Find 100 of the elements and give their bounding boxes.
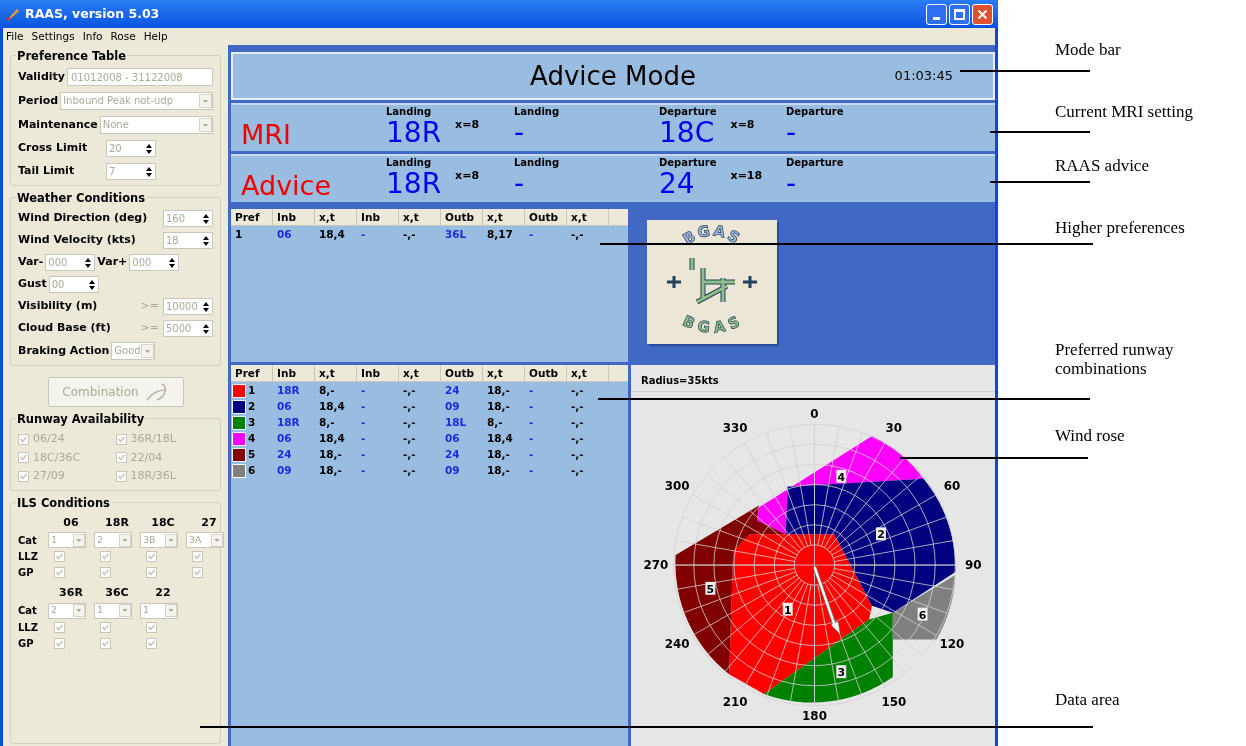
close-button[interactable] [972, 3, 993, 25]
runway-value: - [786, 118, 797, 148]
column-header[interactable]: Inb [273, 365, 315, 381]
column-header[interactable]: Outb [525, 209, 567, 225]
runway-name: 18C [150, 514, 176, 531]
caret-icon [165, 604, 177, 617]
table-cell: -,- [403, 431, 416, 447]
runway-value: 18R [386, 118, 442, 148]
maximize-button[interactable] [949, 3, 970, 25]
region-label: 2 [877, 528, 885, 542]
column-header[interactable]: Outb [441, 209, 483, 225]
checkbox[interactable] [146, 621, 157, 633]
angle-label: 0 [810, 407, 819, 422]
menu-item[interactable]: Info [82, 28, 103, 45]
row-label: GP [18, 636, 35, 651]
field-prefix: >= [140, 320, 159, 337]
table-cell: 5 [248, 447, 256, 463]
menu-item[interactable]: Help [143, 28, 168, 45]
column-header[interactable]: Inb [357, 209, 399, 225]
angle-label: 30 [885, 420, 903, 435]
region-label: 3 [837, 666, 846, 680]
caret-icon [199, 94, 212, 108]
callout-label: RAAS advice [1055, 156, 1150, 175]
spin-arrows-icon [168, 256, 177, 269]
callout-label: Higher preferences [1055, 218, 1186, 237]
column-header: Landing [514, 106, 560, 118]
checkbox[interactable] [54, 567, 65, 578]
column-header[interactable]: x,t [399, 209, 441, 225]
checkbox[interactable] [146, 637, 157, 649]
checkbox[interactable] [100, 621, 111, 633]
checkbox[interactable] [100, 567, 111, 578]
table-cell: 06 [277, 227, 292, 243]
checkbox[interactable] [146, 551, 157, 562]
runway-value: 18C [659, 118, 715, 148]
table-cell: 8,- [319, 383, 335, 399]
checkbox[interactable] [54, 551, 65, 562]
table-cell: - [529, 431, 534, 447]
wind-arrow-icon [812, 565, 841, 635]
table-cell: 18R [277, 383, 300, 399]
feather-icon [5, 6, 21, 22]
column-header: Landing [514, 157, 560, 169]
runway-name: 06 [62, 514, 80, 531]
spin-arrows-icon [84, 256, 93, 269]
column-header[interactable]: Inb [273, 209, 315, 225]
logo: BGAS BGAS [647, 220, 777, 344]
field-label: Gust [18, 276, 47, 293]
checkbox[interactable] [100, 637, 111, 649]
column-header[interactable]: x,t [315, 365, 357, 381]
checkbox[interactable] [100, 551, 111, 562]
crosswind-value: x=8 [455, 117, 480, 133]
field-label: Period [18, 92, 59, 109]
column-header[interactable]: Pref [231, 365, 273, 381]
table-cell: -,- [571, 415, 584, 431]
table-cell: 8,17 [487, 227, 513, 243]
checkbox[interactable] [192, 551, 203, 562]
table-cell: 18,4 [319, 227, 345, 243]
checkbox-label: 18C/36C [33, 449, 81, 466]
column-header: Departure [786, 106, 844, 118]
menu-item[interactable]: File [6, 28, 24, 45]
table-cell: 09 [445, 463, 460, 479]
column-header[interactable]: Outb [441, 365, 483, 381]
caret-icon [73, 533, 85, 547]
menu-item[interactable]: Settings [31, 28, 75, 45]
column-header[interactable]: x,t [483, 209, 525, 225]
checkbox[interactable] [54, 637, 65, 649]
field-label: Tail Limit [18, 163, 76, 180]
table-cell: 24 [277, 447, 292, 463]
field-label: Braking Action [18, 342, 110, 359]
spin-arrows-icon [202, 322, 210, 335]
column-header[interactable]: x,t [567, 365, 609, 381]
column-header[interactable]: Outb [525, 365, 567, 381]
table-cell: -,- [403, 399, 416, 415]
runway-value: 24 [659, 169, 695, 199]
table-cell: -,- [403, 447, 416, 463]
checkbox[interactable] [146, 567, 157, 578]
menu-item[interactable]: Rose [110, 28, 136, 45]
table-cell: -,- [571, 463, 584, 479]
column-header[interactable]: x,t [567, 209, 609, 225]
checkbox-label: 18R/36L [130, 468, 176, 484]
runway-name: 36R [58, 585, 84, 601]
table-cell: 18,- [319, 463, 342, 479]
table-cell: -,- [571, 399, 584, 415]
minimize-button[interactable] [926, 3, 947, 25]
checkbox[interactable] [192, 567, 203, 578]
column-header[interactable]: Inb [357, 365, 399, 381]
column-header[interactable]: x,t [483, 365, 525, 381]
table-cell: - [529, 227, 534, 243]
checkbox[interactable] [54, 621, 65, 633]
column-header[interactable]: x,t [315, 209, 357, 225]
caret-icon [165, 533, 177, 547]
radius-label: Radius=35kts [631, 365, 995, 392]
checkbox-label: 27/09 [33, 468, 65, 484]
column-header[interactable]: Pref [231, 209, 273, 225]
curve-icon [144, 382, 169, 402]
region-label: 1 [783, 603, 792, 617]
callout-label: Preferred runway combinations [1055, 340, 1175, 378]
region-label: 5 [706, 582, 715, 596]
row-label: Cat [18, 604, 38, 618]
field-label: Wind Direction (deg) [18, 210, 149, 227]
column-header[interactable]: x,t [399, 365, 441, 381]
